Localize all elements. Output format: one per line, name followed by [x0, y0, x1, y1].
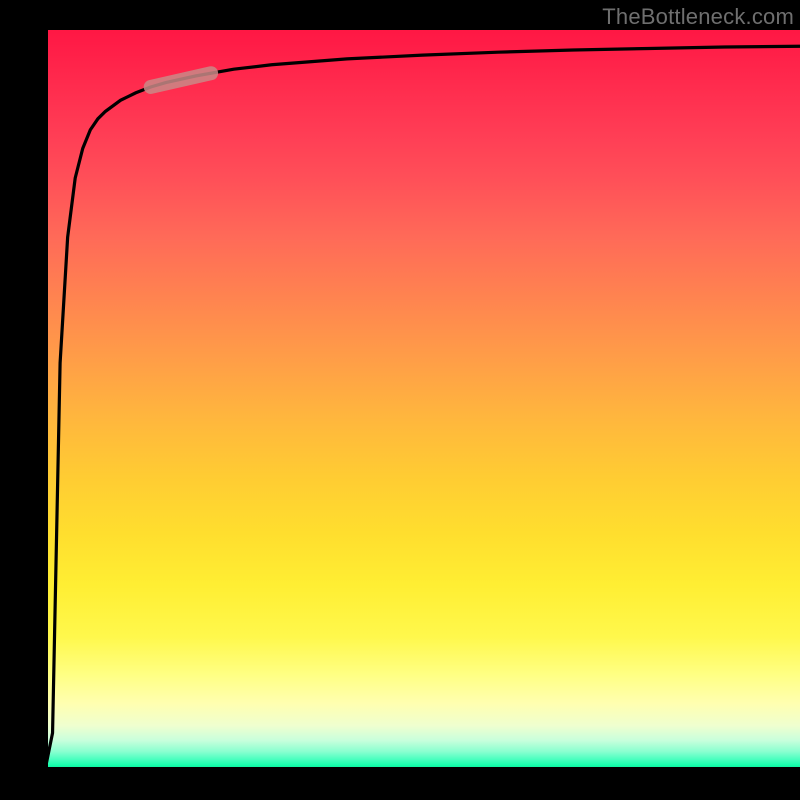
- chart-stage: TheBottleneck.com: [0, 0, 800, 800]
- plot-gradient-background: [45, 30, 800, 770]
- watermark-label: TheBottleneck.com: [602, 4, 794, 30]
